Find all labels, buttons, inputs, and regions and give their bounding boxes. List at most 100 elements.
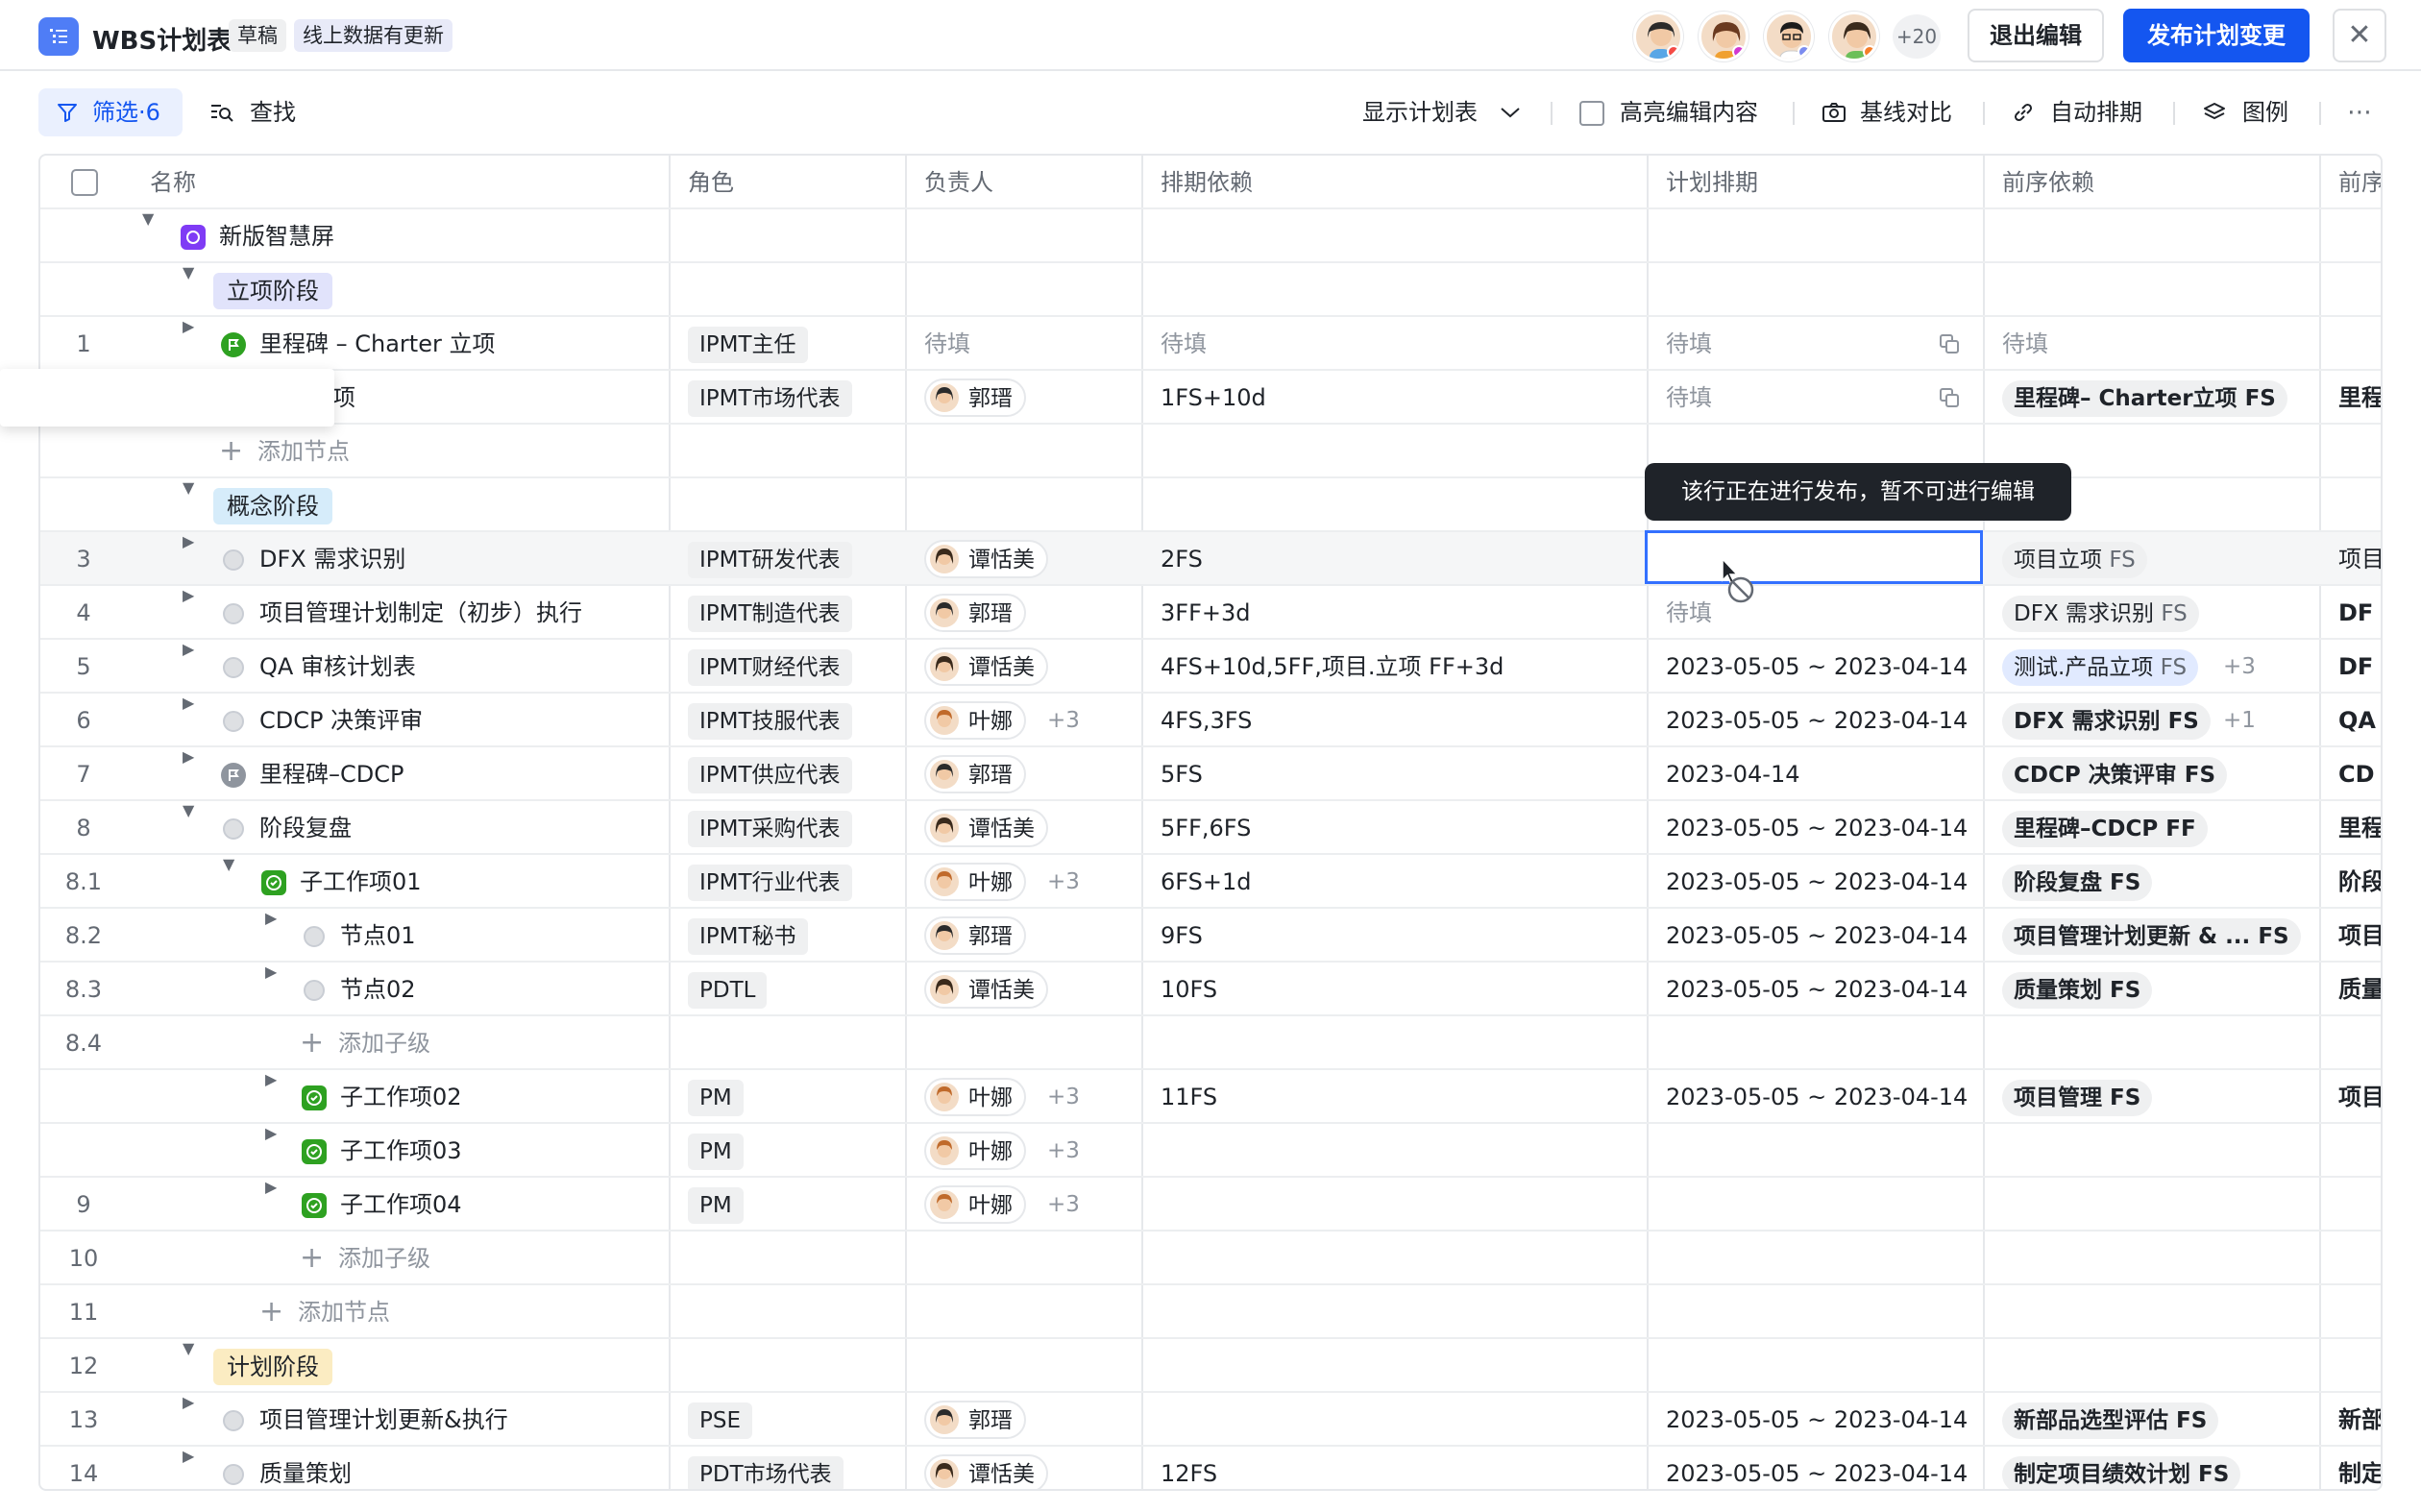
more-count[interactable]: +3 bbox=[2223, 640, 2256, 694]
more-count[interactable]: +3 bbox=[1047, 694, 1080, 747]
add-child-row[interactable]: 10 + 添加子级 bbox=[40, 1232, 2381, 1285]
plan-date-range[interactable]: 2023-05-05 ~ 2023-04-14 bbox=[1666, 694, 1968, 747]
schedule-dependency[interactable]: 10FS bbox=[1161, 963, 1217, 1016]
chevron-right-icon[interactable]: ▶ bbox=[265, 1178, 277, 1196]
table-row[interactable]: 3 ▶ DFX 需求识别 IPMT研发代表 谭恬美 2FS 项目立项 FS 项目 bbox=[40, 532, 2381, 586]
chevron-right-icon[interactable]: ▶ bbox=[183, 1393, 194, 1411]
schedule-dependency[interactable]: 5FF,6FS bbox=[1161, 801, 1251, 855]
owner-chip[interactable]: 谭恬美 bbox=[924, 1454, 1048, 1489]
add-node-row[interactable]: 11 + 添加节点 bbox=[40, 1285, 2381, 1339]
owner-chip[interactable]: 谭恬美 bbox=[924, 970, 1048, 1009]
filter-button[interactable]: 筛选·6 bbox=[38, 88, 183, 136]
schedule-dependency[interactable]: 9FS bbox=[1161, 909, 1203, 963]
role-tag[interactable]: PDT市场代表 bbox=[688, 1456, 844, 1489]
plan-pending[interactable]: 待填 bbox=[1666, 371, 1712, 425]
copy-icon[interactable] bbox=[1939, 387, 1960, 408]
predecessor-tag[interactable]: 里程碑– Charter立项 FS bbox=[2002, 380, 2287, 417]
table-row[interactable]: 7 ▶ 里程碑–CDCP IPMT供应代表 郭瑨 5FS 2023-04-14 … bbox=[40, 747, 2381, 801]
more-icon[interactable]: ⋯ bbox=[2340, 88, 2379, 136]
predecessor-tag[interactable]: 项目管理 FS bbox=[2002, 1080, 2153, 1116]
schedule-dep-pending[interactable]: 待填 bbox=[1161, 317, 1207, 371]
table-row[interactable]: 5 ▶ QA 审核计划表 IPMT财经代表 谭恬美 4FS+10d,5FF,项目… bbox=[40, 640, 2381, 694]
role-tag[interactable]: IPMT研发代表 bbox=[688, 542, 852, 578]
owner-chip[interactable]: 叶娜 bbox=[924, 701, 1026, 740]
predecessor-pending[interactable]: 待填 bbox=[2002, 317, 2048, 371]
schedule-dependency[interactable]: 6FS+1d bbox=[1161, 855, 1252, 909]
col-header-predecessor-2[interactable]: 前序 bbox=[2338, 156, 2381, 209]
role-tag[interactable]: IPMT技服代表 bbox=[688, 703, 852, 740]
owner-chip[interactable]: 郭瑨 bbox=[924, 755, 1026, 793]
more-count[interactable]: +3 bbox=[1047, 1178, 1080, 1232]
table-row[interactable]: ▼ 新版智慧屏 bbox=[40, 209, 2381, 263]
add-child-label[interactable]: 添加子级 bbox=[338, 1016, 430, 1070]
chevron-right-icon[interactable]: ▶ bbox=[183, 747, 194, 766]
predecessor-tag[interactable]: 质量策划 FS bbox=[2002, 972, 2153, 1009]
add-child-label[interactable]: 添加子级 bbox=[338, 1232, 430, 1285]
schedule-dependency[interactable]: 4FS,3FS bbox=[1161, 694, 1252, 747]
more-collaborators-badge[interactable]: +20 bbox=[1893, 14, 1941, 59]
chevron-down-icon[interactable]: ▼ bbox=[183, 801, 194, 819]
chevron-right-icon[interactable]: ▶ bbox=[183, 694, 194, 712]
add-child-row[interactable]: 8.4 + 添加子级 bbox=[40, 1016, 2381, 1070]
more-count[interactable]: +3 bbox=[1047, 855, 1080, 909]
col-header-owner[interactable]: 负责人 bbox=[924, 156, 993, 209]
highlight-edits-toggle[interactable]: 高亮编辑内容 bbox=[1579, 88, 1779, 136]
collaborator-avatar[interactable] bbox=[1699, 12, 1748, 61]
table-row[interactable]: 1 ▶ 里程碑 – Charter 立项 IPMT主任 待填 待填 待填 待填 bbox=[40, 317, 2381, 371]
col-header-name[interactable]: 名称 bbox=[150, 156, 196, 209]
owner-chip[interactable]: 叶娜 bbox=[924, 1078, 1026, 1116]
plan-date-range[interactable]: 2023-05-05 ~ 2023-04-14 bbox=[1666, 1070, 1968, 1124]
plan-date-range[interactable]: 2023-05-05 ~ 2023-04-14 bbox=[1666, 640, 1968, 694]
role-tag[interactable]: PM bbox=[688, 1080, 744, 1116]
checkbox[interactable] bbox=[1579, 101, 1604, 126]
plan-date-range[interactable]: 2023-05-05 ~ 2023-04-14 bbox=[1666, 801, 1968, 855]
table-row[interactable]: ▼ 立项阶段 bbox=[40, 263, 2381, 317]
plan-date[interactable]: 2023-04-14 bbox=[1666, 747, 1799, 801]
copy-icon[interactable] bbox=[1939, 333, 1960, 354]
table-row[interactable]: 12 ▼ 计划阶段 bbox=[40, 1339, 2381, 1393]
owner-chip[interactable]: 谭恬美 bbox=[924, 647, 1048, 686]
owner-chip[interactable]: 郭瑨 bbox=[924, 594, 1026, 632]
publish-changes-button[interactable]: 发布计划变更 bbox=[2123, 9, 2310, 62]
table-row[interactable]: 9 ▶ 子工作项04 PM 叶娜 +3 bbox=[40, 1178, 2381, 1232]
plan-date-range[interactable]: 2023-05-05 ~ 2023-04-14 bbox=[1666, 855, 1968, 909]
collaborator-avatar[interactable] bbox=[1633, 12, 1683, 61]
owner-chip[interactable]: 郭瑨 bbox=[924, 916, 1026, 955]
chevron-right-icon[interactable]: ▶ bbox=[183, 640, 194, 658]
predecessor-tag[interactable]: DFX 需求识别 FS bbox=[2002, 596, 2199, 632]
role-tag[interactable]: IPMT市场代表 bbox=[688, 380, 852, 417]
col-header-predecessor[interactable]: 前序依赖 bbox=[2002, 156, 2094, 209]
predecessor-tag[interactable]: DFX 需求识别 FS bbox=[2002, 703, 2211, 740]
table-row[interactable]: ▶ 子工作项02 PM 叶娜 +3 11FS 2023-05-05 ~ 2023… bbox=[40, 1070, 2381, 1124]
owner-chip[interactable]: 谭恬美 bbox=[924, 809, 1048, 847]
predecessor-tag[interactable]: 阶段复盘 FS bbox=[2002, 865, 2153, 901]
col-header-role[interactable]: 角色 bbox=[688, 156, 734, 209]
role-tag[interactable]: IPMT秘书 bbox=[688, 918, 808, 955]
select-all-checkbox[interactable] bbox=[71, 169, 98, 196]
chevron-right-icon[interactable]: ▶ bbox=[265, 1070, 277, 1088]
chevron-right-icon[interactable]: ▶ bbox=[265, 963, 277, 981]
exit-edit-button[interactable]: 退出编辑 bbox=[1968, 9, 2104, 62]
predecessor-tag[interactable]: 新部品选型评估 FS bbox=[2002, 1402, 2219, 1439]
chevron-right-icon[interactable]: ▶ bbox=[183, 317, 194, 335]
role-tag[interactable]: IPMT财经代表 bbox=[688, 649, 852, 686]
table-row[interactable]: 8.2 ▶ 节点01 IPMT秘书 郭瑨 9FS 2023-05-05 ~ 20… bbox=[40, 909, 2381, 963]
plan-pending[interactable]: 待填 bbox=[1666, 586, 1712, 640]
close-icon[interactable]: ✕ bbox=[2333, 9, 2386, 62]
plus-icon[interactable]: + bbox=[300, 1016, 324, 1070]
role-tag[interactable]: IPMT采购代表 bbox=[688, 811, 852, 847]
chevron-right-icon[interactable]: ▶ bbox=[265, 1124, 277, 1142]
show-plan-dropdown[interactable]: 显示计划表 bbox=[1362, 88, 1535, 136]
table-row[interactable]: ▶ 子工作项03 PM 叶娜 +3 bbox=[40, 1124, 2381, 1178]
col-header-plan-schedule[interactable]: 计划排期 bbox=[1666, 156, 1758, 209]
table-row[interactable]: 14 ▶ 质量策划 PDT市场代表 谭恬美 12FS 2023-05-05 ~ … bbox=[40, 1447, 2381, 1489]
owner-chip[interactable]: 谭恬美 bbox=[924, 540, 1048, 578]
table-row[interactable]: 6 ▶ CDCP 决策评审 IPMT技服代表 叶娜 +3 4FS,3FS 202… bbox=[40, 694, 2381, 747]
more-count[interactable]: +3 bbox=[1047, 1124, 1080, 1178]
chevron-right-icon[interactable]: ▶ bbox=[183, 532, 194, 550]
owner-chip[interactable]: 郭瑨 bbox=[924, 1401, 1026, 1439]
table-row[interactable]: 项 IPMT市场代表 郭瑨 1FS+10d 待填 里程碑– Charter立项 … bbox=[40, 371, 2381, 425]
table-row[interactable]: 8.1 ▼ 子工作项01 IPMT行业代表 叶娜 +3 6FS+1d 2023-… bbox=[40, 855, 2381, 909]
chevron-down-icon[interactable]: ▼ bbox=[223, 855, 234, 873]
plus-icon[interactable]: + bbox=[259, 1285, 283, 1339]
